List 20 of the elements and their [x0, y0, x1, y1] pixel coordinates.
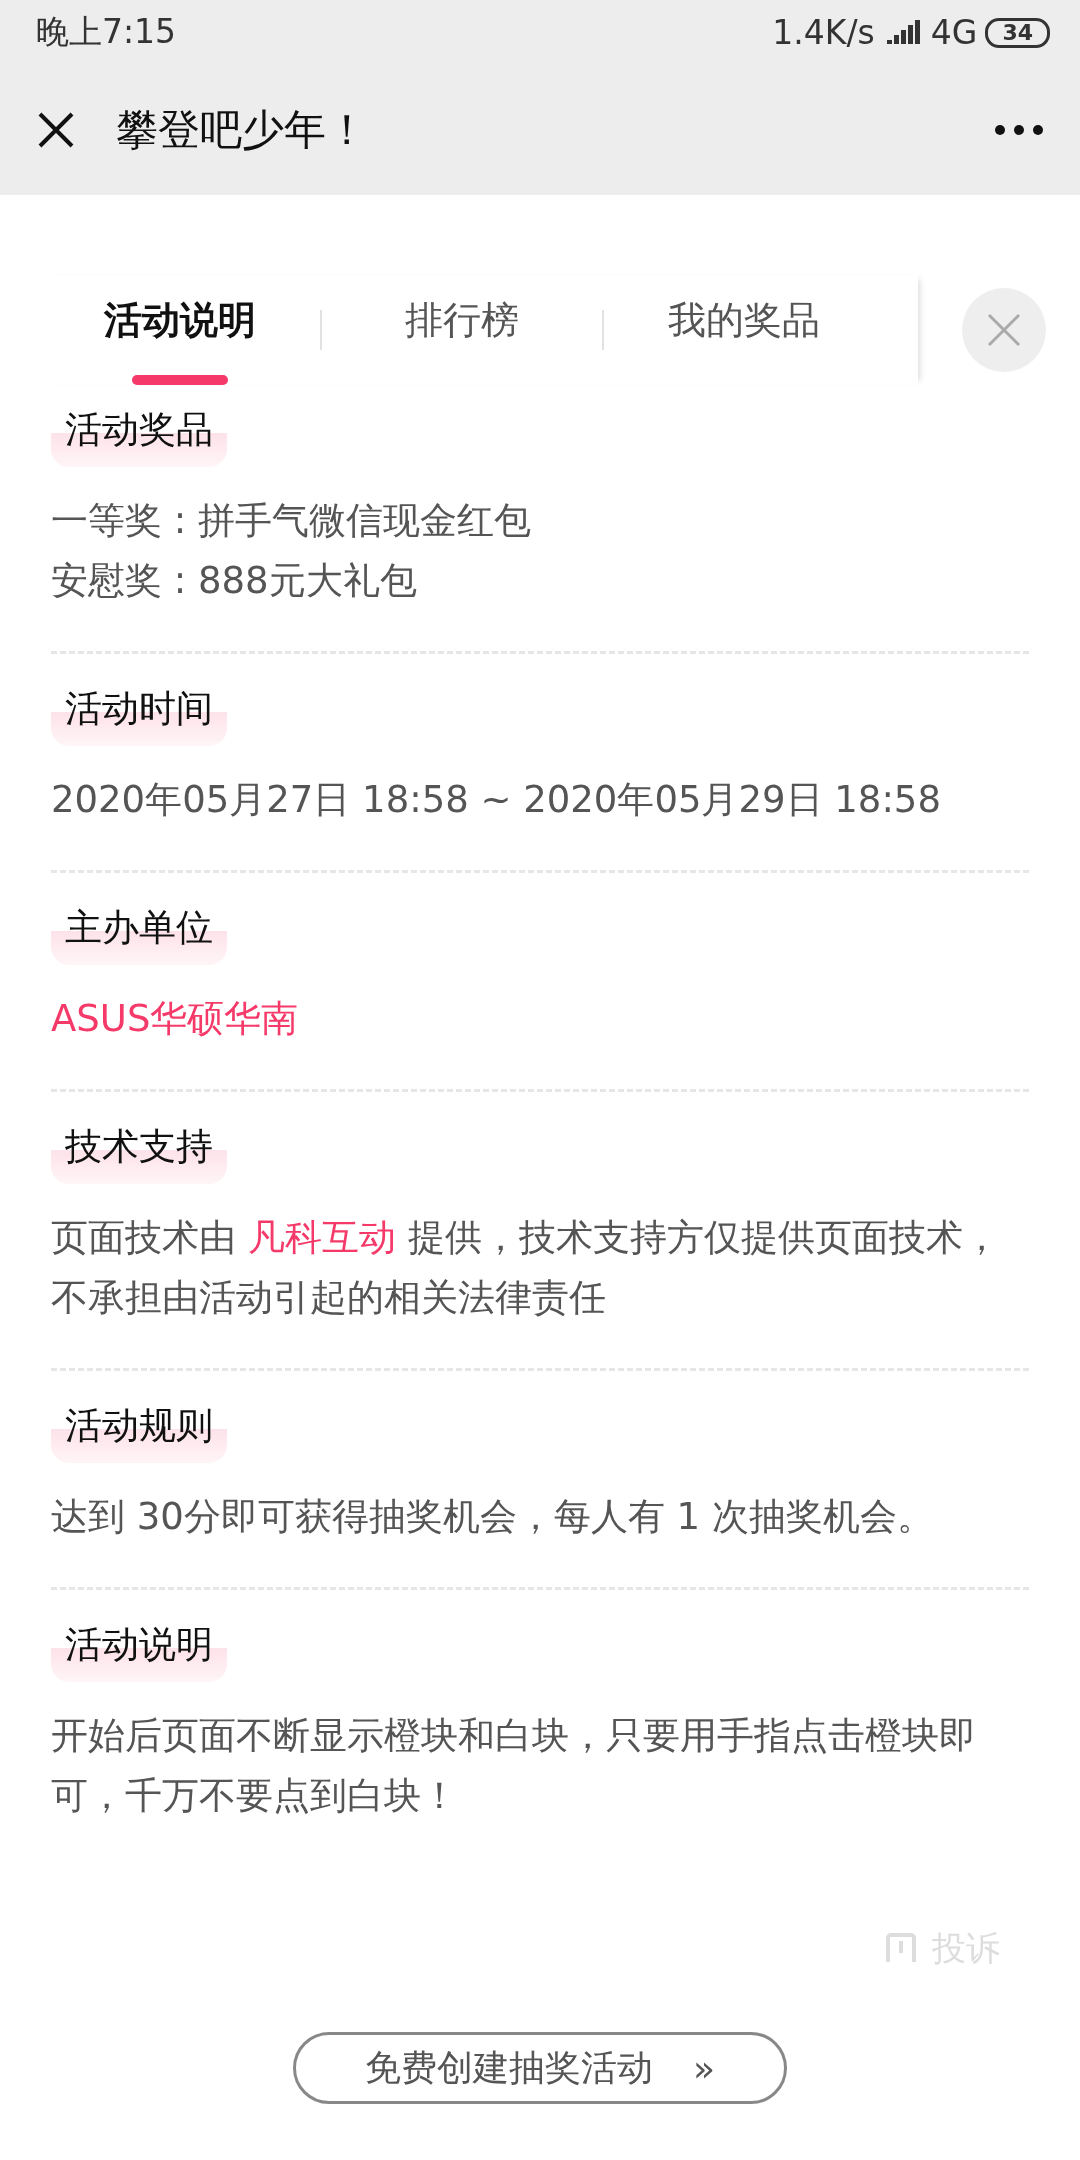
- network-speed: 1.4K/s: [772, 13, 875, 52]
- tab[interactable]: 活动说明: [40, 275, 320, 385]
- battery-level: 34: [985, 17, 1050, 48]
- page-title: 攀登吧少年！: [116, 104, 369, 156]
- more-icon[interactable]: [994, 124, 1044, 136]
- section-text: 一等奖 : 拼手气微信现金红包: [51, 498, 532, 544]
- section-text: 安慰奖 : 888元大礼包: [51, 558, 418, 604]
- section-text: 开始后页面不断显示橙块和白块，只要用手指点击橙块即可，千万不要点到白块！: [51, 1713, 977, 1819]
- section-text: 达到 30分即可获得抽奖机会，每人有 1 次抽奖机会。: [51, 1494, 935, 1540]
- tab[interactable]: 我的奖品: [604, 275, 884, 385]
- tab[interactable]: 排行榜: [322, 275, 602, 385]
- status-time: 晚上7:15: [36, 11, 177, 53]
- close-icon[interactable]: [36, 110, 76, 150]
- section-text: 页面技术由 凡科互动 提供，技术支持方仅提供页面技术，不承担由活动引起的相关法律责任: [51, 1215, 1001, 1321]
- network-type: 4G: [930, 13, 978, 52]
- close-icon: [986, 312, 1022, 348]
- section-text: 2020年05月27日 18:58 ~ 2020年05月29日 18:58: [51, 777, 942, 823]
- link[interactable]: 凡科互动: [247, 1216, 396, 1259]
- organizer-name: ASUS华硕华南: [51, 996, 300, 1042]
- create-activity-button[interactable]: 免费创建抽奖活动 »: [293, 2032, 787, 2104]
